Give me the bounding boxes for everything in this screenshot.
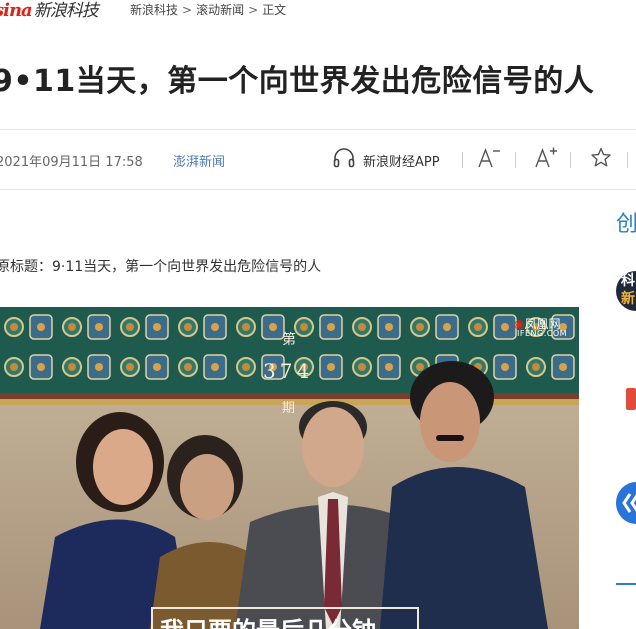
logo-product: 新浪科技: [33, 1, 99, 21]
source-link[interactable]: 澎湃新闻: [173, 151, 225, 170]
breadcrumb-item-scroll-news[interactable]: 滚动新闻: [196, 3, 244, 17]
avatar-text-line1: 科: [621, 273, 635, 289]
sina-tech-logo[interactable]: sina新浪科技: [0, 0, 99, 21]
issue-label-top: 第: [282, 332, 296, 348]
issue-label-bottom: 期: [282, 401, 296, 416]
breadcrumb-item-sina-tech[interactable]: 新浪科技: [130, 3, 178, 17]
toolbar-separator: [462, 152, 463, 168]
toolbar-separator: [570, 152, 571, 168]
article-title: 9•11当天，第一个向世界发出危险信号的人: [0, 64, 595, 99]
breadcrumb: 新浪科技 > 滚动新闻 > 正文: [130, 1, 286, 18]
logo-brand: sina: [0, 0, 33, 21]
toolbar-separator: [515, 152, 516, 168]
breadcrumb-separator: >: [248, 3, 259, 17]
article-photo: 第 374 期 ◉凤凰网 IFENG.COM 我只要的最后几分钟: [0, 307, 579, 629]
headphone-icon[interactable]: [332, 146, 356, 170]
avatar-text-line2: 新: [621, 291, 635, 307]
font-decrease-icon[interactable]: [476, 146, 502, 170]
watermark-domain: IFENG.COM: [517, 329, 568, 338]
toolbar-separator: [627, 152, 628, 168]
font-increase-icon[interactable]: [533, 146, 559, 170]
top-bar: sina新浪科技 新浪科技>滚动新闻>正文: [0, 0, 636, 22]
finance-app-link[interactable]: 新浪财经APP: [363, 151, 440, 170]
sidebar-avatar-text: 科 新: [621, 272, 635, 308]
sidebar-heading-partial[interactable]: 创: [616, 206, 636, 238]
sidebar-divider: [616, 583, 636, 585]
star-icon[interactable]: [588, 146, 614, 170]
breadcrumb-item-current: 正文: [262, 3, 287, 17]
image-caption: 我只要的最后几分钟: [160, 611, 376, 629]
divider: [0, 129, 636, 130]
issue-number: 374: [263, 359, 314, 383]
divider: [0, 189, 636, 190]
sidebar-app-icon[interactable]: [616, 482, 636, 524]
breadcrumb-separator: >: [182, 3, 193, 17]
sidebar-red-icon[interactable]: [626, 388, 636, 410]
original-title: 原标题：9·11当天，第一个向世界发出危险信号的人: [0, 259, 322, 275]
publish-date: 2021年09月11日 17:58: [0, 155, 143, 170]
